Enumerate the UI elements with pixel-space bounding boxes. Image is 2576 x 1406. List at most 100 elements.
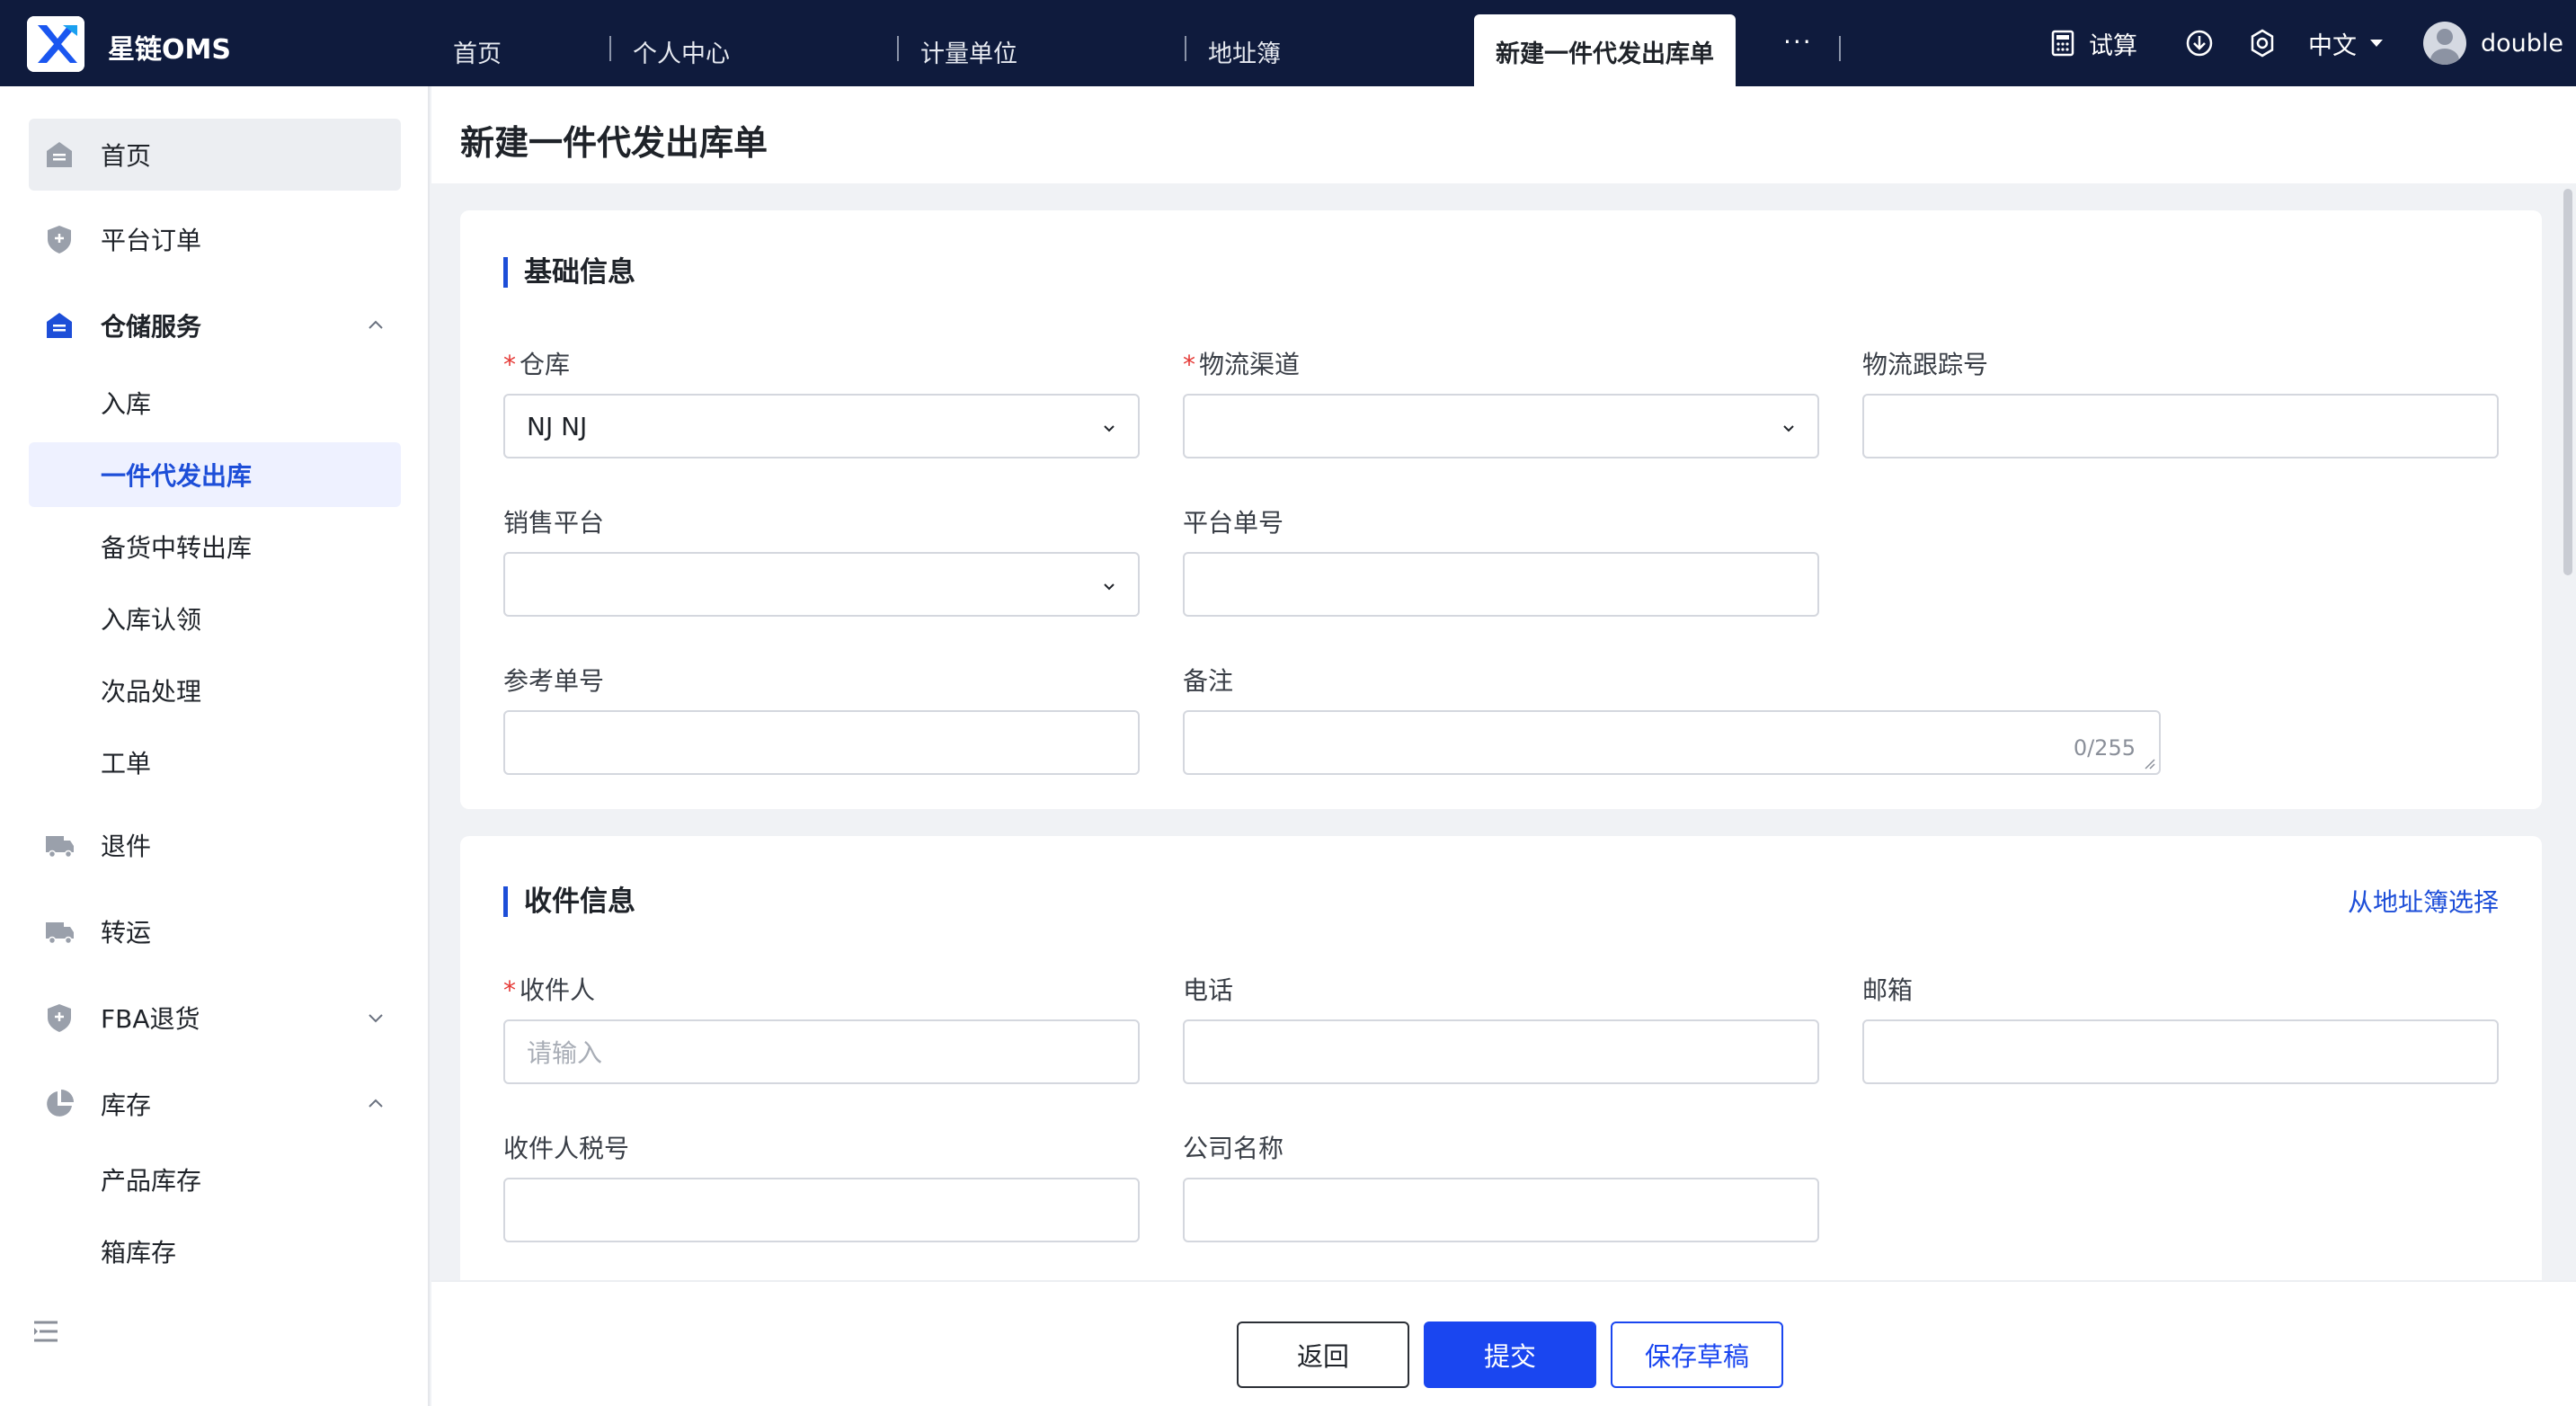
warehouse-select[interactable]: NJ NJ xyxy=(503,394,1140,458)
sidebar-item-label: 退件 xyxy=(101,832,152,861)
company-name-input[interactable] xyxy=(1183,1178,1819,1242)
sidebar-item-inbound-claim[interactable]: 入库认领 xyxy=(29,586,401,651)
tab-address-book[interactable]: 地址簿 xyxy=(1208,34,1281,69)
calc-label: 试算 xyxy=(2089,31,2137,60)
warehouse-value: NJ NJ xyxy=(527,411,588,441)
save-draft-button[interactable]: 保存草稿 xyxy=(1611,1321,1783,1388)
tab-home[interactable]: 首页 xyxy=(453,34,502,69)
page-title: 新建一件代发出库单 xyxy=(460,123,768,163)
tab-new-outbound-order[interactable]: 新建一件代发出库单 xyxy=(1474,14,1736,86)
phone-input[interactable] xyxy=(1183,1019,1819,1084)
tab-divider xyxy=(897,36,899,61)
sidebar-item-label: 库存 xyxy=(101,1090,152,1120)
avatar[interactable] xyxy=(2423,22,2466,65)
sidebar: 首页 平台订单 仓储服务 入库 一件代发出库 备货中转出库 入库认领 次品处理 … xyxy=(0,86,430,1406)
basic-info-card: 基础信息 * 仓库 NJ NJ * 物流渠道 物流跟踪号 销售平台 平台单号 参考单… xyxy=(460,210,2542,809)
calculator-icon xyxy=(2051,30,2074,57)
sidebar-item-inbound[interactable]: 入库 xyxy=(29,370,401,435)
warehouse-icon xyxy=(47,313,72,338)
sidebar-item-defect-handling[interactable]: 次品处理 xyxy=(29,658,401,723)
calc-button[interactable]: 试算 xyxy=(2047,0,2137,86)
shield-icon xyxy=(48,1004,71,1032)
language-label: 中文 xyxy=(2308,31,2357,60)
receiver-name-label: * 收件人 xyxy=(503,975,596,1005)
page-scrollbar[interactable] xyxy=(2563,189,2572,575)
user-name[interactable]: double xyxy=(2481,0,2563,86)
sidebar-item-label: 平台订单 xyxy=(101,226,202,255)
chevron-down-icon xyxy=(1104,425,1115,432)
download-button[interactable] xyxy=(2184,0,2215,86)
warehouse-label: * 仓库 xyxy=(503,350,571,379)
tab-divider xyxy=(609,36,611,61)
remark-textarea[interactable]: 0/255 xyxy=(1183,710,2161,775)
sidebar-item-product-inventory[interactable]: 产品库存 xyxy=(29,1147,401,1212)
reference-number-input[interactable] xyxy=(503,710,1140,775)
more-tabs-icon[interactable]: ··· xyxy=(1783,27,1813,57)
platform-label: 销售平台 xyxy=(503,508,605,538)
shield-icon xyxy=(48,226,71,254)
char-counter: 0/255 xyxy=(2073,735,2136,761)
email-label: 邮箱 xyxy=(1862,975,1914,1005)
truck-icon xyxy=(46,836,74,859)
receiver-info-card: 收件信息 从地址簿选择 * 收件人 请输入 电话 邮箱 收件人税号 公司名称 xyxy=(460,836,2542,1286)
sidebar-item-inventory[interactable]: 库存 xyxy=(29,1068,401,1140)
platform-order-input[interactable] xyxy=(1183,552,1819,617)
chevron-up-icon[interactable] xyxy=(367,316,385,334)
sidebar-item-platform-orders[interactable]: 平台订单 xyxy=(29,203,401,275)
sidebar-item-warehouse-service[interactable]: 仓储服务 xyxy=(29,289,401,361)
section-title-basic: 基础信息 xyxy=(503,257,635,288)
tracking-label: 物流跟踪号 xyxy=(1862,350,1989,379)
sidebar-item-label: FBA退货 xyxy=(101,1004,200,1034)
submit-button[interactable]: 提交 xyxy=(1424,1321,1596,1388)
app-logo-icon[interactable] xyxy=(27,16,84,72)
required-mark: * xyxy=(503,350,516,379)
select-from-address-book-link[interactable]: 从地址簿选择 xyxy=(2348,883,2499,919)
sidebar-item-label: 首页 xyxy=(101,141,152,171)
company-label: 公司名称 xyxy=(1183,1134,1284,1163)
chevron-down-icon xyxy=(1783,425,1794,432)
sidebar-item-work-order[interactable]: 工单 xyxy=(29,730,401,795)
required-mark: * xyxy=(1183,350,1195,379)
channel-label: * 物流渠道 xyxy=(1183,350,1301,379)
download-icon xyxy=(2186,30,2213,57)
phone-label: 电话 xyxy=(1183,975,1234,1005)
sidebar-item-dropship-outbound[interactable]: 一件代发出库 xyxy=(29,442,401,507)
required-mark: * xyxy=(503,975,516,1005)
platform-order-label: 平台单号 xyxy=(1183,508,1284,538)
logistics-channel-select[interactable] xyxy=(1183,394,1819,458)
reference-label: 参考单号 xyxy=(503,666,605,696)
sidebar-item-label: 转运 xyxy=(101,918,152,948)
sidebar-item-stock-transfer-outbound[interactable]: 备货中转出库 xyxy=(29,514,401,579)
tracking-number-input[interactable] xyxy=(1862,394,2499,458)
sidebar-item-transfer[interactable]: 转运 xyxy=(29,895,401,967)
gear-icon xyxy=(2251,29,2274,58)
chevron-down-icon[interactable] xyxy=(367,1009,385,1027)
resize-handle-icon[interactable] xyxy=(2143,757,2155,770)
sidebar-item-returns[interactable]: 退件 xyxy=(29,809,401,881)
language-select[interactable]: 中文 xyxy=(2308,0,2385,86)
caret-down-icon xyxy=(2370,40,2383,47)
tax-id-input[interactable] xyxy=(503,1178,1140,1242)
menu-collapse-icon[interactable] xyxy=(31,1316,61,1347)
tab-units[interactable]: 计量单位 xyxy=(920,34,1017,69)
chevron-down-icon xyxy=(1104,583,1115,591)
truck-icon xyxy=(46,922,74,945)
sidebar-item-home[interactable]: 首页 xyxy=(29,119,401,191)
tab-divider xyxy=(1839,36,1841,61)
back-button[interactable]: 返回 xyxy=(1237,1321,1409,1388)
top-navigation-bar: 星链OMS 首页 个人中心 计量单位 地址簿 新建一件代发出库单 ··· 试算 … xyxy=(0,0,2576,86)
sidebar-item-box-inventory[interactable]: 箱库存 xyxy=(29,1219,401,1284)
tab-divider xyxy=(1185,36,1186,61)
receiver-name-input[interactable]: 请输入 xyxy=(503,1019,1140,1084)
sidebar-item-fba-returns[interactable]: FBA退货 xyxy=(29,982,401,1054)
email-input[interactable] xyxy=(1862,1019,2499,1084)
action-footer: 返回 提交 保存草稿 xyxy=(431,1280,2576,1406)
chevron-up-icon[interactable] xyxy=(367,1095,385,1113)
section-title-receiver: 收件信息 xyxy=(503,886,635,917)
pie-chart-icon xyxy=(47,1090,74,1117)
sidebar-item-label: 仓储服务 xyxy=(101,312,202,342)
tab-profile[interactable]: 个人中心 xyxy=(633,34,730,69)
settings-button[interactable] xyxy=(2247,0,2278,86)
page-header: 新建一件代发出库单 xyxy=(431,86,2576,183)
sales-platform-select[interactable] xyxy=(503,552,1140,617)
